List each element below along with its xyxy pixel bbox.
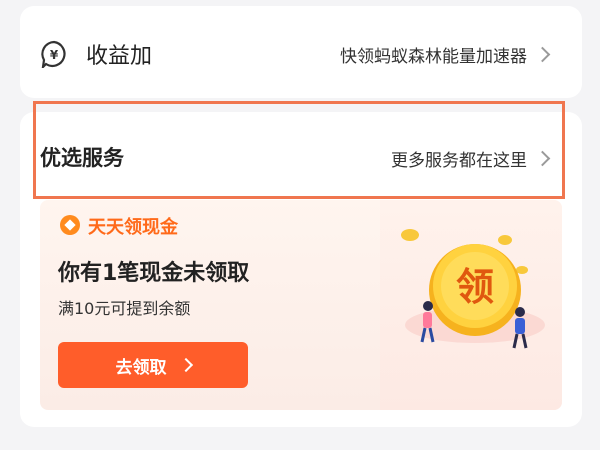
section-title: 优选服务: [40, 146, 124, 170]
coin-glyph: 领: [456, 265, 494, 309]
income-link-label: 快领蚂蚁森林能量加速器: [340, 47, 527, 67]
claim-button-label: 去领取: [115, 357, 167, 378]
claim-button[interactable]: 去领取: [58, 342, 248, 388]
chevron-right-icon: [534, 46, 551, 63]
yen-chat-icon: ¥: [41, 40, 66, 68]
cash-promo-banner[interactable]: 天天领现金 你有1笔现金未领取 满10元可提到余额 去领取 领: [40, 200, 562, 410]
chevron-right-icon: [534, 150, 551, 167]
income-link[interactable]: 快领蚂蚁森林能量加速器: [340, 42, 551, 67]
svg-text:¥: ¥: [50, 48, 59, 62]
promo-illustration: 领: [380, 200, 562, 410]
small-coin-icon: [516, 266, 528, 274]
more-services-label: 更多服务都在这里: [391, 151, 527, 171]
coin-illustration: 领: [401, 229, 545, 349]
small-coin-icon: [498, 235, 512, 245]
more-services-link[interactable]: 更多服务都在这里: [391, 146, 551, 171]
income-title: 收益加: [86, 44, 153, 69]
small-coin-icon: [401, 229, 419, 241]
promo-headline: 你有1笔现金未领取: [58, 261, 250, 286]
brand-label: 天天领现金: [88, 217, 178, 238]
chevron-right-icon: [178, 357, 193, 373]
brand-diamond-icon: [60, 215, 80, 235]
promo-subtitle: 满10元可提到余额: [58, 299, 191, 318]
